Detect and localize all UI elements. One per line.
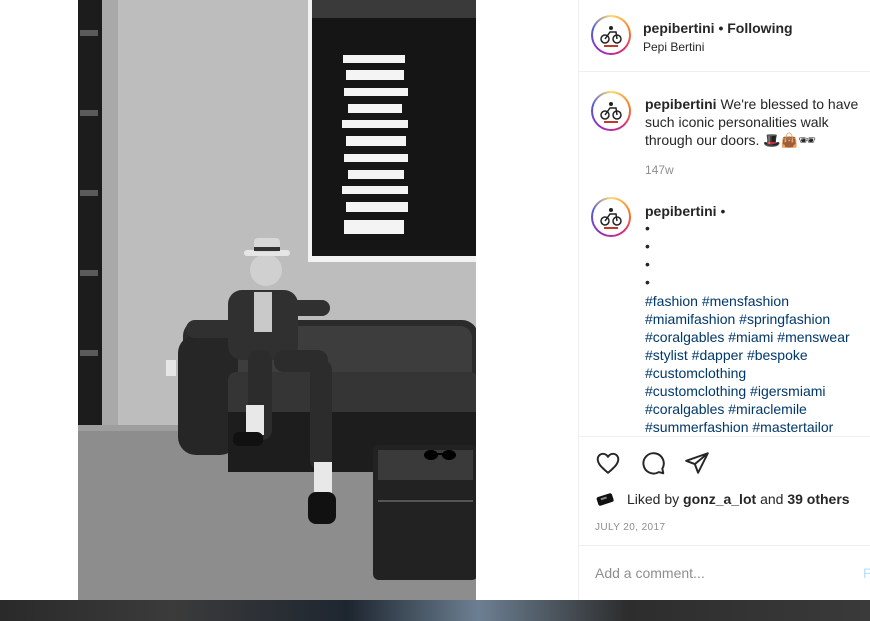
likes-and: and bbox=[760, 491, 784, 507]
hashtag-line[interactable]: #customclothing bbox=[645, 365, 746, 381]
likes-row: Liked by gonz_a_lot and 39 others bbox=[595, 488, 850, 510]
comment-separator: • bbox=[720, 203, 726, 219]
post-photo[interactable] bbox=[78, 0, 476, 600]
hashtag-line[interactable]: #summerfashion #mastertailor bbox=[645, 419, 833, 435]
scooter-logo-icon bbox=[600, 26, 622, 47]
scooter-logo-icon bbox=[600, 102, 622, 123]
caption: pepibertini We're blessed to have such i… bbox=[645, 95, 867, 149]
post-header: pepibertini • Following Pepi Bertini bbox=[579, 0, 870, 72]
likes-others[interactable]: 39 others bbox=[787, 491, 849, 507]
comment-header: pepibertini • bbox=[645, 202, 725, 220]
header-full-name: Pepi Bertini bbox=[643, 40, 705, 54]
bullet-line: • bbox=[645, 274, 650, 290]
bullet-line: • bbox=[645, 220, 650, 236]
hashtag-line[interactable]: #customclothing #igersmiami bbox=[645, 383, 826, 399]
hashtag-line[interactable]: #fashion #mensfashion bbox=[645, 293, 789, 309]
post-photo-image bbox=[78, 0, 476, 600]
hashtag-line[interactable]: #stylist #dapper #bespoke bbox=[645, 347, 808, 363]
bullet-line: • bbox=[645, 256, 650, 272]
caption-timestamp[interactable]: 147w bbox=[645, 163, 674, 177]
scooter-logo-icon bbox=[600, 208, 622, 229]
hashtag-line[interactable]: #coralgables #miraclemile bbox=[645, 401, 807, 417]
post-date[interactable]: JULY 20, 2017 bbox=[595, 522, 665, 533]
caption-username[interactable]: pepibertini bbox=[645, 96, 717, 112]
caption-avatar-image bbox=[593, 93, 629, 129]
comment-username[interactable]: pepibertini bbox=[645, 203, 717, 219]
comment-avatar-image bbox=[593, 199, 629, 235]
actions-divider bbox=[579, 436, 870, 437]
paper-plane-icon[interactable] bbox=[684, 450, 710, 476]
hashtag-line[interactable]: #coralgables #miami #menswear bbox=[645, 329, 850, 345]
header-username[interactable]: pepibertini bbox=[643, 20, 715, 36]
caption-avatar[interactable] bbox=[591, 91, 631, 131]
heart-icon[interactable] bbox=[595, 450, 621, 476]
comment-box-divider bbox=[579, 545, 870, 546]
hashtag-list: #fashion #mensfashion #miamifashion #spr… bbox=[645, 292, 865, 436]
comment-bubble-icon[interactable] bbox=[640, 450, 666, 476]
likes-user[interactable]: gonz_a_lot bbox=[683, 491, 756, 507]
header-username-row: pepibertini • Following bbox=[643, 20, 793, 36]
post-comment-button[interactable]: P bbox=[863, 565, 870, 581]
bullet-line: • bbox=[645, 238, 650, 254]
post-side-panel: pepibertini • Following Pepi Bertini pep… bbox=[578, 0, 870, 600]
add-comment-input[interactable]: Add a comment... bbox=[595, 565, 705, 581]
header-separator: • bbox=[718, 20, 724, 36]
avatar[interactable] bbox=[591, 15, 631, 55]
post-media-area bbox=[0, 0, 578, 600]
avatar-image bbox=[593, 17, 629, 53]
liker-avatar-icon[interactable] bbox=[595, 490, 617, 508]
hashtag-line[interactable]: #miamifashion #springfashion bbox=[645, 311, 830, 327]
background-strip bbox=[0, 600, 870, 621]
likes-prefix: Liked by bbox=[627, 491, 680, 507]
following-button[interactable]: Following bbox=[727, 20, 792, 36]
comment-avatar[interactable] bbox=[591, 197, 631, 237]
